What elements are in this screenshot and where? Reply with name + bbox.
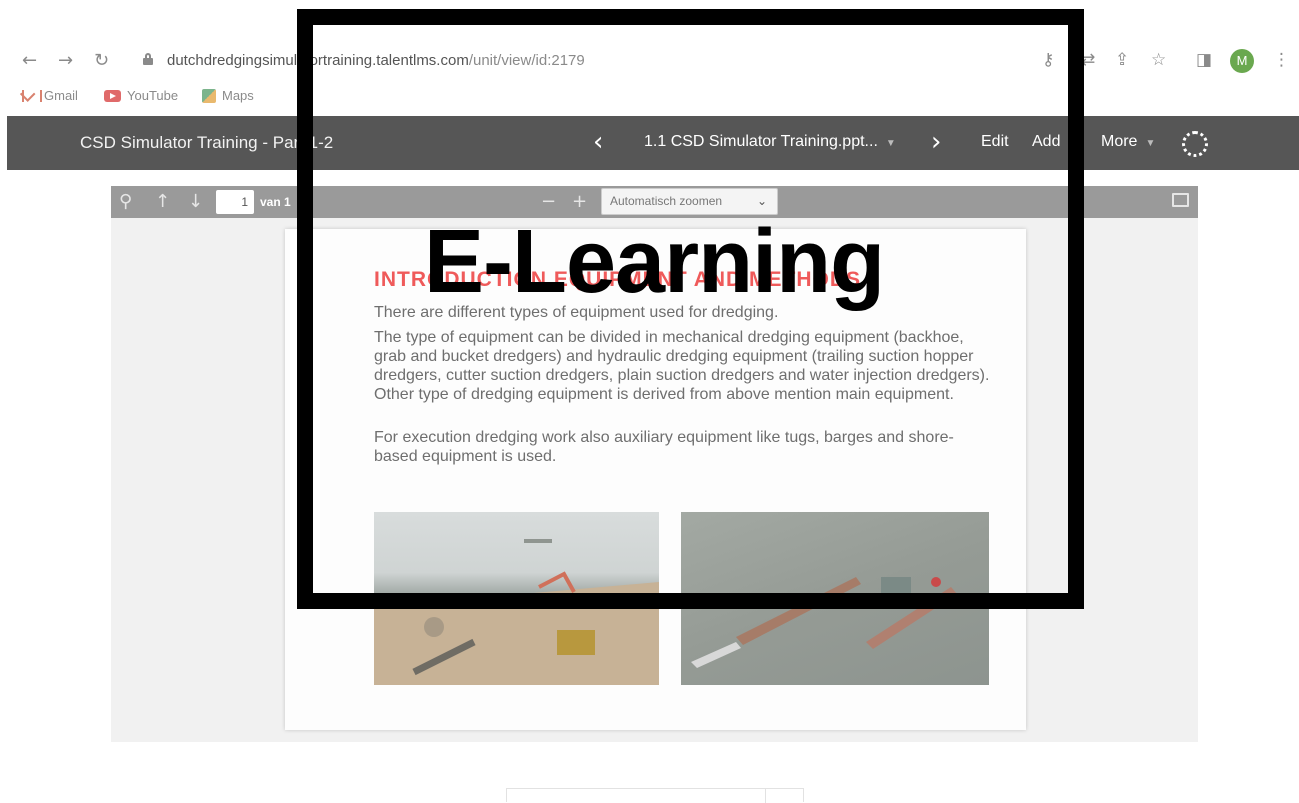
lock-icon[interactable] — [143, 53, 153, 65]
tug-boat — [691, 642, 741, 668]
bookmark-label: Gmail — [44, 88, 78, 103]
pipe-end — [424, 617, 444, 637]
caret-down-icon: ▼ — [1145, 138, 1156, 149]
previous-page-icon[interactable]: ↑ — [155, 191, 170, 212]
next-page-icon[interactable]: ↓ — [188, 191, 203, 212]
more-label: More — [1101, 133, 1138, 150]
sidebar-icon[interactable]: ◨ — [1196, 50, 1212, 70]
youtube-icon — [104, 89, 121, 102]
maps-icon — [202, 88, 216, 103]
course-title[interactable]: CSD Simulator Training - Part 1-2 — [80, 133, 333, 153]
more-menu[interactable]: More ▼ — [1101, 133, 1155, 151]
bookmark-label: Maps — [222, 88, 254, 103]
presentation-mode-icon[interactable] — [1172, 193, 1189, 207]
share-icon[interactable]: ⇪ — [1115, 50, 1129, 70]
search-icon[interactable]: ⚲ — [119, 191, 132, 212]
gmail-icon — [22, 89, 42, 102]
overlay-title: E-Learning — [424, 212, 885, 312]
forward-arrow-icon[interactable]: → — [58, 50, 73, 71]
bookmark-youtube[interactable]: YouTube — [104, 88, 178, 103]
page-number-input[interactable]: 1 — [216, 190, 254, 214]
dump-truck — [557, 630, 595, 655]
star-icon[interactable]: ☆ — [1151, 50, 1166, 70]
bookmark-maps[interactable]: Maps — [202, 88, 254, 103]
gear-icon[interactable] — [1182, 131, 1208, 157]
bottom-panel — [506, 788, 804, 803]
divider — [765, 789, 766, 803]
avatar[interactable]: M — [1230, 49, 1254, 73]
page-count: van 1 — [260, 195, 291, 209]
reload-icon[interactable]: ↻ — [94, 50, 109, 71]
bookmark-gmail[interactable]: Gmail — [22, 88, 78, 103]
more-vertical-icon[interactable]: ⋮ — [1273, 50, 1290, 70]
bookmark-label: YouTube — [127, 88, 179, 103]
back-arrow-icon[interactable]: ← — [22, 50, 37, 71]
